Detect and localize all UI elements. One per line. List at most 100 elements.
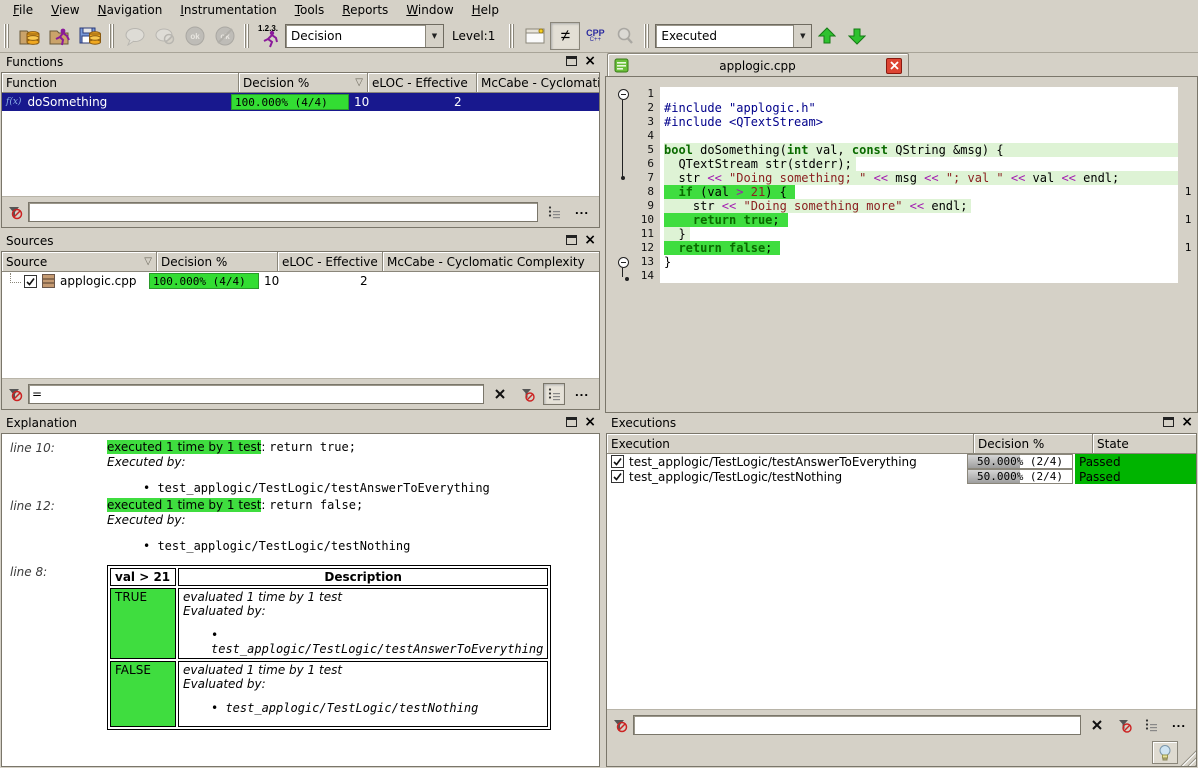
column-header: Decision % [243,76,309,90]
coverage-mode-select[interactable]: Decision ▼ [285,24,444,48]
executions-panel: Executions × Execution Decision % State … [605,413,1198,768]
source-name: applogic.cpp [60,274,136,288]
column-header: Source [6,255,47,269]
code-line-14[interactable]: 14 [614,269,1198,283]
code-line-6[interactable]: 6 QTextStream str(stderr); [614,157,1198,171]
state-cell: Passed [1075,469,1196,484]
source-view: applogic.cpp 12#include "applogic.h"3#in… [605,52,1198,413]
code-line-1[interactable]: 1 [614,87,1198,101]
open-execution-report-button[interactable] [45,22,75,50]
menu-item-tools[interactable]: Tools [286,2,334,18]
remove-filter-button[interactable] [516,383,538,405]
source-row[interactable]: applogic.cpp 100.000% (4/4) 10 2 [2,272,599,290]
code-line-12[interactable]: 12 return false;1 [614,241,1198,255]
filter-funnel-icon: ▽ [140,256,152,267]
filter-more-button[interactable]: ... [570,384,594,404]
execution-count [1178,101,1198,115]
float-panel-button[interactable] [566,235,577,245]
code-line-10[interactable]: 10 return true;1 [614,213,1198,227]
toolbar-grip[interactable] [509,24,516,48]
functions-panel: Functions × Function Decision %▽ eLOC - … [0,52,601,229]
execution-count [1178,129,1198,143]
float-panel-button[interactable] [566,56,577,66]
float-panel-button[interactable] [1163,417,1174,427]
condition-expression: val > 21 [110,568,176,586]
execution-state-select[interactable]: Executed ▼ [655,24,812,48]
line-number: 7 [614,171,660,185]
column-header: McCabe - Cyclomatic Complexity [481,76,599,90]
code-line-9[interactable]: 9 str << "Doing something more" << endl; [614,199,1198,213]
ok-badge-icon: ok [184,25,206,47]
filter-input[interactable] [633,715,1081,735]
tab-applogic-cpp[interactable]: applogic.cpp [607,53,909,77]
code-line-3[interactable]: 3#include <QTextStream> [614,115,1198,129]
menu-item-help[interactable]: Help [463,2,508,18]
toolbar-grip[interactable] [109,24,116,48]
decision-cell: 100.000% (4/4) [231,94,349,110]
hint-button[interactable] [1152,741,1178,764]
ok-delete-icon: ok [214,25,236,47]
filter-list-button[interactable] [1140,714,1162,736]
test-name: test_applogic/TestLogic/testAnswerToEver… [211,628,543,656]
checkbox-checked[interactable] [24,275,37,288]
filter-more-button[interactable]: ... [570,202,594,222]
filter-more-button[interactable]: ... [1167,715,1191,735]
close-panel-button[interactable]: × [1181,417,1193,427]
toolbar-grip[interactable] [644,24,651,48]
save-database-button[interactable] [75,22,105,50]
checkbox-checked[interactable] [611,470,624,483]
execution-row[interactable]: test_applogic/TestLogic/testAnswerToEver… [607,454,1196,469]
line-number: 3 [614,115,660,129]
code-area[interactable]: 12#include "applogic.h"3#include <QTextS… [605,76,1198,413]
execution-row[interactable]: test_applogic/TestLogic/testNothing 50.0… [607,469,1196,484]
clear-filter-button[interactable] [1086,714,1108,736]
menu-item-reports[interactable]: Reports [333,2,397,18]
source-file-icon [42,274,55,288]
function-row[interactable]: f(x)doSomething 100.000% (4/4) 10 2 [2,93,599,111]
filter-disabled-icon [7,204,23,220]
execution-count [1178,87,1198,101]
code-line-11[interactable]: 11 } [614,227,1198,241]
filter-list-button[interactable] [543,201,565,223]
menu-item-instrumentation[interactable]: Instrumentation [171,2,285,18]
source-doc-icon [614,58,629,73]
previous-execution-button[interactable] [812,22,842,50]
open-coverage-database-button[interactable] [15,22,45,50]
close-icon [890,61,899,70]
code-lines: 12#include "applogic.h"3#include <QTextS… [614,87,1198,283]
clear-filter-button[interactable] [489,383,511,405]
menu-item-navigation[interactable]: Navigation [89,2,172,18]
menu-item-view[interactable]: View [42,2,88,18]
close-tab-button[interactable] [886,58,902,74]
comment-bubble-icon [124,26,146,46]
close-panel-button[interactable]: × [584,235,596,245]
code-line-2[interactable]: 2#include "applogic.h" [614,101,1198,115]
execution-count [1178,157,1198,171]
filter-list-button[interactable] [543,383,565,405]
next-execution-button[interactable] [842,22,872,50]
cpp-options-button[interactable]: CPP C++ [580,22,610,50]
compare-executions-button[interactable]: ≠ [550,22,580,50]
code-line-4[interactable]: 4 [614,129,1198,143]
remove-filter-button[interactable] [1113,714,1135,736]
float-panel-button[interactable] [566,417,577,427]
code-line-8[interactable]: 8 if (val > 21) {1 [614,185,1198,199]
code-line-5[interactable]: 5bool doSomething(int val, const QString… [614,143,1198,157]
line-number: 11 [614,227,660,241]
code-line-13[interactable]: 13} [614,255,1198,269]
toolbar-grip[interactable] [244,24,251,48]
mccabe-cell: 2 [356,272,599,290]
close-panel-button[interactable]: × [584,417,596,427]
menu-item-file[interactable]: File [4,2,42,18]
resize-grip[interactable] [1179,749,1196,766]
coverage-mode-value: Decision [291,29,342,43]
filter-input[interactable] [28,384,484,404]
close-panel-button[interactable]: × [584,56,596,66]
checkbox-checked[interactable] [611,455,624,468]
menu-item-window[interactable]: Window [397,2,462,18]
execution-count-button[interactable]: 1.2.3. [255,22,285,50]
new-window-button[interactable] [520,22,550,50]
code-line-7[interactable]: 7 str << "Doing something; " << msg << "… [614,171,1198,185]
toolbar-grip[interactable] [4,24,11,48]
filter-input[interactable] [28,202,538,222]
